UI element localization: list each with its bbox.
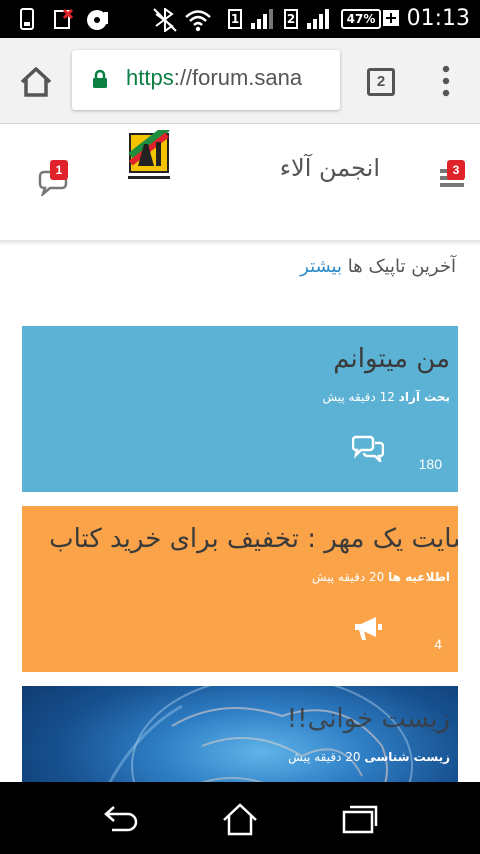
topic-meta: بحث آزاد 12 دقیقه پیش <box>322 390 450 404</box>
topic-reply-count: 4 <box>434 636 442 652</box>
bluetooth-off-icon <box>153 8 177 32</box>
topic-time: 20 دقیقه پیش <box>311 570 385 584</box>
site-title[interactable]: انجمن آلاء <box>280 154 380 182</box>
topic-meta: اطلاعیه ها 20 دقیقه پیش <box>312 570 450 584</box>
topic-title[interactable]: سایت یک مهر : تخفیف برای خرید کتاب <box>49 524 458 554</box>
tab-switcher-button[interactable]: 2 <box>367 68 395 96</box>
site-header: 1 انجمن آلاء 3 <box>0 124 480 242</box>
chat-notification-badge: 1 <box>50 160 68 180</box>
topic-meta: زیست شناسی 20 دقیقه پیش <box>288 750 450 764</box>
recent-apps-icon[interactable] <box>340 802 380 836</box>
signal-icon <box>251 9 273 29</box>
status-time: 01:13 <box>406 6 470 31</box>
sim1-indicator: 1 <box>228 9 242 29</box>
battery-icon: 47% <box>341 9 381 29</box>
home-nav-icon[interactable] <box>220 802 260 838</box>
charging-plus-icon <box>383 10 399 26</box>
topic-title[interactable]: من میتوانم <box>333 344 450 374</box>
overflow-menu-icon[interactable] <box>432 64 460 98</box>
site-logo[interactable] <box>126 130 172 182</box>
status-bar: 1 2 47% 01:13 <box>0 0 480 38</box>
lock-icon <box>93 69 107 88</box>
topic-category[interactable]: اطلاعیه ها <box>388 570 450 584</box>
url-domain: ://forum.sana <box>173 65 303 90</box>
url-text[interactable]: https://forum.sana <box>126 65 302 91</box>
signal-icon <box>307 9 329 29</box>
topic-card[interactable]: من میتوانم بحث آزاد 12 دقیقه پیش 180 <box>22 326 458 492</box>
topic-card[interactable]: سایت یک مهر : تخفیف برای خرید کتاب اطلاع… <box>22 506 458 672</box>
sim-off-icon <box>54 8 74 29</box>
media-icon <box>87 10 108 30</box>
url-scheme: https <box>126 65 174 90</box>
system-navigation-bar <box>0 782 480 854</box>
topic-category[interactable]: بحث آزاد <box>399 390 450 404</box>
home-icon[interactable] <box>14 60 58 104</box>
phone-icon <box>20 8 34 30</box>
back-icon[interactable] <box>100 802 140 834</box>
menu-notification-badge: 3 <box>447 160 465 180</box>
topic-reply-count: 180 <box>418 456 442 472</box>
topic-time: 12 دقیقه پیش <box>322 390 395 404</box>
comments-icon <box>352 435 384 462</box>
topic-title[interactable]: زیست خوانی!! <box>287 704 450 734</box>
wifi-icon <box>185 10 211 32</box>
more-link[interactable]: بیشتر <box>300 256 342 277</box>
topic-time: 20 دقیقه پیش <box>288 750 361 764</box>
latest-topics-heading: آخرین تاپیک ها بیشتر <box>300 256 456 277</box>
latest-topics-label: آخرین تاپیک ها <box>347 256 456 277</box>
megaphone-icon <box>355 617 382 640</box>
address-bar[interactable]: https://forum.sana <box>72 50 340 110</box>
topic-category[interactable]: زیست شناسی <box>364 750 450 764</box>
sim2-indicator: 2 <box>284 9 298 29</box>
browser-toolbar: https://forum.sana 2 <box>0 38 480 124</box>
